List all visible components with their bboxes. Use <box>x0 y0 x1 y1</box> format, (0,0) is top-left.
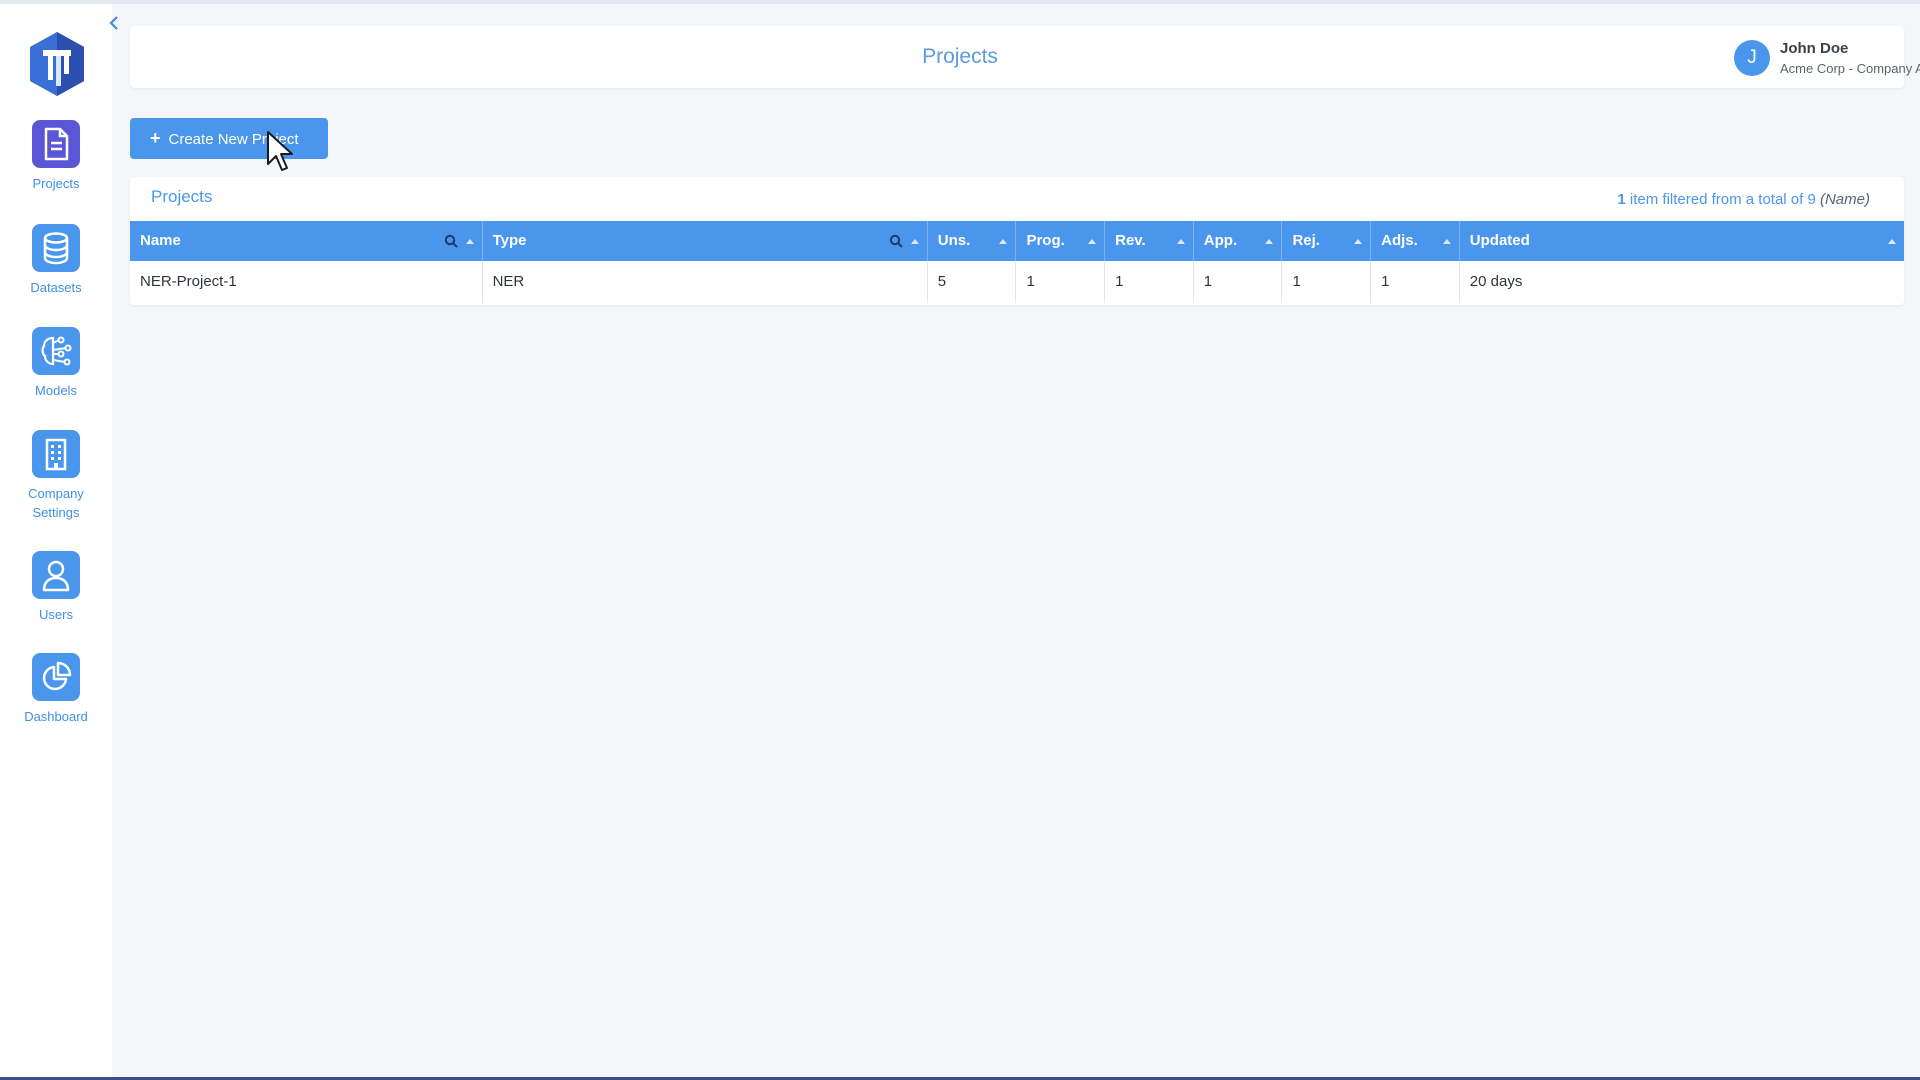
sidebar-item-label: Datasets <box>30 280 82 295</box>
search-icon[interactable] <box>444 234 458 248</box>
column-header-rej[interactable]: Rej. <box>1282 221 1372 261</box>
user-icon <box>32 551 80 599</box>
column-header-label: Adjs. <box>1381 232 1418 249</box>
sidebar-item-company-settings[interactable]: Company Settings <box>0 430 112 522</box>
column-header-label: Updated <box>1469 232 1530 249</box>
sort-asc-icon[interactable] <box>1442 238 1451 244</box>
column-header-label: Rev. <box>1115 232 1146 249</box>
user-role: Acme Corp - Company Admin, API User <box>1780 61 1920 76</box>
mouse-cursor-icon <box>267 131 293 171</box>
page-header: Projects J John Doe Acme Corp - Company … <box>130 26 1920 88</box>
cell-prog: 1 <box>1016 261 1106 303</box>
sidebar-item-label: Users <box>39 607 73 622</box>
column-header-name[interactable]: Name <box>130 221 483 261</box>
app-logo[interactable] <box>26 30 88 98</box>
sort-asc-icon[interactable] <box>999 238 1008 244</box>
column-header-rev[interactable]: Rev. <box>1105 221 1194 261</box>
page-title: Projects <box>922 45 998 68</box>
cell-updated: 20 days <box>1469 273 1523 290</box>
sidebar-item-dashboard[interactable]: Dashboard <box>0 653 112 726</box>
column-header-label: Prog. <box>1026 232 1065 249</box>
sort-asc-icon[interactable] <box>1265 238 1274 244</box>
search-icon[interactable] <box>889 234 903 248</box>
cell-rej: 1 <box>1282 261 1372 303</box>
sort-asc-icon[interactable] <box>465 238 474 244</box>
top-border <box>0 0 1920 4</box>
sort-asc-icon[interactable] <box>910 238 919 244</box>
sort-asc-icon[interactable] <box>1887 238 1896 244</box>
column-header-app[interactable]: App. <box>1194 221 1283 261</box>
document-icon <box>32 120 80 168</box>
column-header-prog[interactable]: Prog. <box>1016 221 1106 261</box>
table-row[interactable]: NER-Project-1 NER 5 1 1 1 1 1 20 days <box>130 261 1904 303</box>
table-title: Projects <box>151 187 213 206</box>
collapse-sidebar-button[interactable] <box>104 14 124 34</box>
sort-asc-icon[interactable] <box>1176 238 1185 244</box>
sidebar-item-label: Dashboard <box>24 709 88 724</box>
create-new-project-button[interactable]: + Create New Project <box>130 118 328 159</box>
cell-name[interactable]: NER-Project-1 <box>130 261 483 303</box>
column-header-updated[interactable]: Updated <box>1460 221 1904 261</box>
sort-asc-icon[interactable] <box>1354 238 1363 244</box>
column-header-label: Uns. <box>937 232 971 249</box>
user-name[interactable]: John Doe <box>1780 40 1848 57</box>
database-icon <box>32 224 80 272</box>
column-header-type[interactable]: Type <box>483 221 928 261</box>
sort-asc-icon[interactable] <box>1088 238 1097 244</box>
cell-type: NER <box>483 261 928 303</box>
sidebar-item-models[interactable]: Models <box>0 327 112 400</box>
building-icon <box>32 430 80 478</box>
projects-table-card: Projects 1 item filtered from a total of… <box>130 177 1904 305</box>
sidebar-item-users[interactable]: Users <box>0 551 112 624</box>
column-header-label: Rej. <box>1292 232 1320 249</box>
sidebar-item-label: Projects <box>32 176 80 191</box>
avatar[interactable]: J <box>1734 40 1770 76</box>
sidebar-item-label: Models <box>35 383 77 398</box>
column-header-label: Name <box>140 232 181 249</box>
chevron-left-icon <box>109 16 118 30</box>
brain-network-icon <box>32 327 80 375</box>
column-header-label: Type <box>492 232 527 249</box>
column-header-adjs[interactable]: Adjs. <box>1371 221 1460 261</box>
pie-chart-icon <box>32 653 80 701</box>
sidebar-item-datasets[interactable]: Datasets <box>0 224 112 297</box>
sidebar: Projects Datasets Models Company Setting… <box>0 4 112 1077</box>
plus-icon: + <box>150 128 161 148</box>
filter-count: 1 <box>1617 191 1626 208</box>
cell-adjs: 1 <box>1371 261 1460 303</box>
cell-app: 1 <box>1194 261 1283 303</box>
column-header-label: App. <box>1203 232 1238 249</box>
cell-rev: 1 <box>1105 261 1194 303</box>
column-header-uns[interactable]: Uns. <box>928 221 1017 261</box>
cell-uns: 5 <box>928 261 1017 303</box>
sidebar-item-label: Company Settings <box>28 486 84 520</box>
filter-field: (Name) <box>1819 191 1870 208</box>
sidebar-item-projects[interactable]: Projects <box>0 120 112 193</box>
filter-info: 1 item filtered from a total of 9 (Name) <box>1617 191 1870 208</box>
filter-text: item filtered from a total of 9 <box>1625 191 1820 208</box>
table-header: Name Type Uns. Prog. Rev. App. Rej. Adjs… <box>130 221 1904 261</box>
